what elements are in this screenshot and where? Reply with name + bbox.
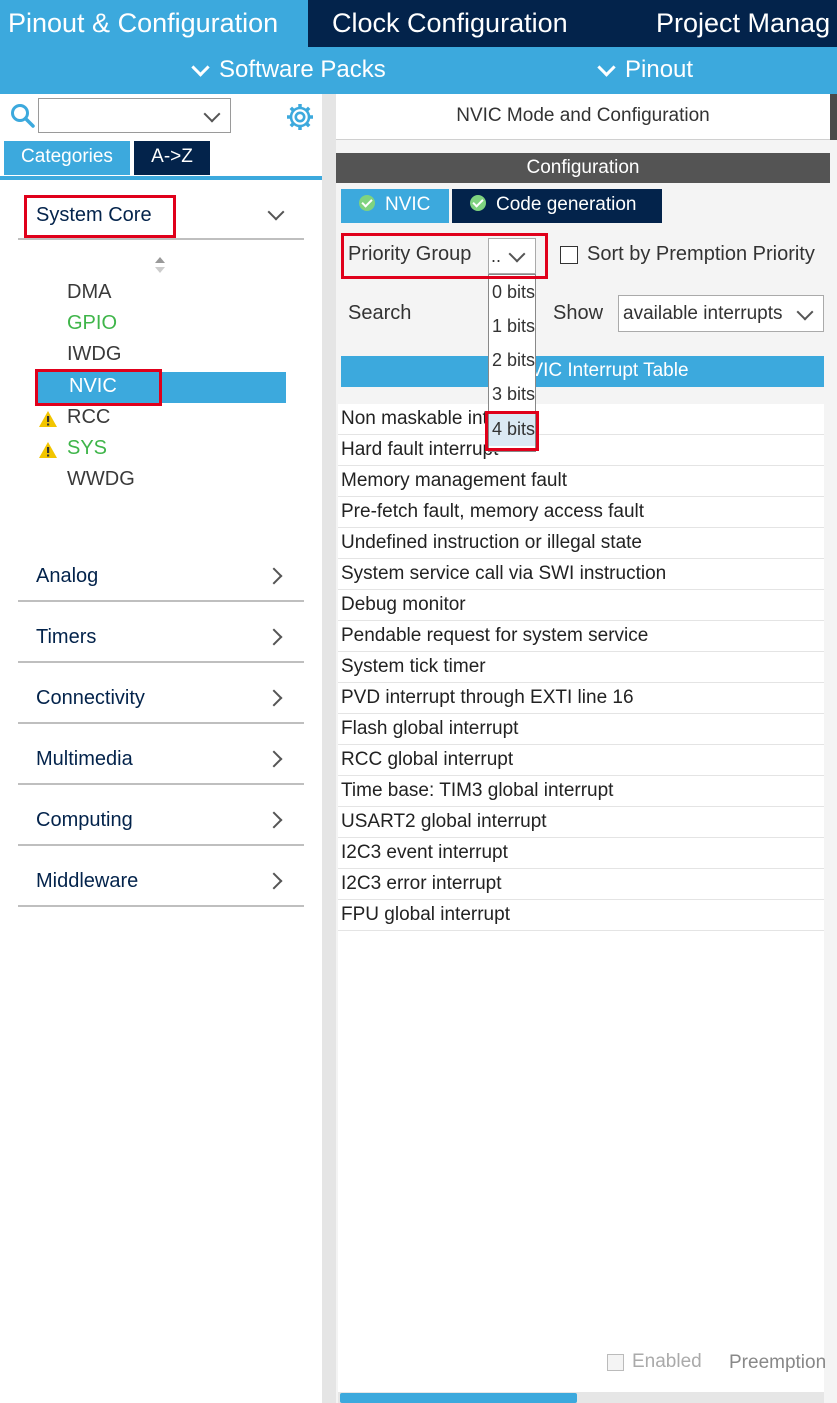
highlight-4-bits bbox=[485, 411, 539, 451]
search-label: Search bbox=[348, 302, 412, 324]
mode-configuration-title: NVIC Mode and Configuration bbox=[336, 94, 830, 140]
chevron-down-icon bbox=[796, 303, 814, 321]
search-combo-box[interactable] bbox=[38, 98, 231, 133]
chevron-right-icon bbox=[265, 628, 283, 646]
dropdown-option-1-bits[interactable]: 1 bits bbox=[489, 309, 535, 343]
highlight-nvic bbox=[35, 369, 162, 406]
table-row[interactable]: Non maskable interrupt bbox=[338, 404, 824, 435]
chevron-right-icon bbox=[265, 811, 283, 829]
chevron-right-icon bbox=[265, 689, 283, 707]
section-multimedia[interactable]: Multimedia bbox=[18, 731, 304, 785]
table-row[interactable]: Pre-fetch fault, memory access fault bbox=[338, 497, 824, 528]
table-row[interactable]: System service call via SWI instruction bbox=[338, 559, 824, 590]
table-row[interactable]: I2C3 event interrupt bbox=[338, 838, 824, 869]
tab-project-manager[interactable]: Project Manag bbox=[614, 0, 837, 47]
pinout-label: Pinout bbox=[625, 56, 694, 83]
core-item-gpio[interactable]: GPIO bbox=[67, 312, 117, 335]
section-label: Middleware bbox=[36, 870, 139, 892]
section-label: Multimedia bbox=[36, 748, 133, 770]
chevron-down-icon bbox=[191, 58, 210, 77]
core-item-iwdg[interactable]: IWDG bbox=[67, 343, 121, 366]
section-label: Computing bbox=[36, 809, 133, 831]
table-row[interactable]: Hard fault interrupt bbox=[338, 435, 824, 466]
warning-icon bbox=[39, 442, 57, 458]
core-item-dma[interactable]: DMA bbox=[67, 281, 111, 304]
interrupt-table-header: VIC Interrupt Table bbox=[341, 356, 824, 387]
configuration-header: Configuration bbox=[336, 153, 830, 183]
enabled-checkbox bbox=[607, 1354, 624, 1371]
tab-nvic[interactable]: NVIC bbox=[341, 189, 449, 223]
table-row[interactable]: Time base: TIM3 global interrupt bbox=[338, 776, 824, 807]
preemption-column-label: Preemption bbox=[729, 1352, 826, 1373]
tab-nvic-label: NVIC bbox=[385, 194, 431, 215]
sort-arrows-icon[interactable] bbox=[152, 256, 168, 274]
scrollbar-thumb[interactable] bbox=[340, 1393, 577, 1403]
table-row[interactable]: I2C3 error interrupt bbox=[338, 869, 824, 900]
core-item-sys[interactable]: SYS bbox=[67, 437, 107, 460]
chevron-right-icon bbox=[265, 872, 283, 890]
category-tabs-underline bbox=[0, 176, 322, 180]
search-icon[interactable] bbox=[10, 103, 36, 129]
tab-categories[interactable]: Categories bbox=[4, 141, 130, 175]
dropdown-option-3-bits[interactable]: 3 bits bbox=[489, 377, 535, 411]
category-tabs: Categories A->Z bbox=[4, 141, 322, 181]
table-row[interactable]: RCC global interrupt bbox=[338, 745, 824, 776]
core-item-rcc[interactable]: RCC bbox=[67, 406, 110, 429]
table-row[interactable]: FPU global interrupt bbox=[338, 900, 824, 931]
software-packs-label: Software Packs bbox=[219, 56, 386, 83]
chevron-right-icon bbox=[265, 567, 283, 585]
chevron-right-icon bbox=[265, 750, 283, 768]
table-row[interactable]: System tick timer bbox=[338, 652, 824, 683]
section-label: Analog bbox=[36, 565, 99, 587]
tab-a-to-z[interactable]: A->Z bbox=[134, 141, 210, 175]
tab-clock-configuration[interactable]: Clock Configuration bbox=[312, 0, 610, 47]
secondary-menu-bar: Software Packs Pinout bbox=[0, 47, 837, 94]
tab-code-generation-label: Code generation bbox=[496, 194, 637, 215]
table-row[interactable]: Debug monitor bbox=[338, 590, 824, 621]
section-connectivity[interactable]: Connectivity bbox=[18, 670, 304, 724]
sort-by-preemption-checkbox[interactable] bbox=[560, 246, 578, 264]
section-timers[interactable]: Timers bbox=[18, 609, 304, 663]
chevron-down-icon bbox=[267, 203, 285, 221]
pane-splitter[interactable] bbox=[322, 94, 336, 1403]
check-circle-icon bbox=[470, 195, 486, 212]
pane-edge bbox=[830, 94, 837, 140]
warning-icon bbox=[39, 411, 57, 427]
section-computing[interactable]: Computing bbox=[18, 792, 304, 846]
tab-code-generation[interactable]: Code generation bbox=[452, 189, 662, 223]
tab-pinout-configuration[interactable]: Pinout & Configuration bbox=[0, 0, 308, 47]
core-item-wwdg[interactable]: WWDG bbox=[67, 468, 135, 491]
chevron-down-icon bbox=[203, 105, 221, 123]
table-row[interactable]: PVD interrupt through EXTI line 16 bbox=[338, 683, 824, 714]
highlight-system-core bbox=[24, 195, 176, 238]
gear-icon[interactable] bbox=[286, 103, 314, 131]
enabled-label: Enabled bbox=[632, 1351, 702, 1372]
check-circle-icon bbox=[359, 195, 375, 212]
sort-by-preemption-label: Sort by Premption Priority bbox=[587, 243, 815, 265]
section-label: Timers bbox=[36, 626, 97, 648]
pinout-menu[interactable]: Pinout bbox=[594, 47, 693, 94]
interrupt-table-title: VIC Interrupt Table bbox=[530, 360, 689, 381]
table-row[interactable]: Pendable request for system service bbox=[338, 621, 824, 652]
chevron-down-icon bbox=[597, 58, 616, 77]
highlight-priority-group bbox=[341, 233, 548, 279]
table-row[interactable]: USART2 global interrupt bbox=[338, 807, 824, 838]
dropdown-option-0-bits[interactable]: 0 bits bbox=[489, 275, 535, 309]
show-filter-value: available interrupts bbox=[623, 303, 783, 324]
show-label: Show bbox=[553, 302, 604, 324]
table-row[interactable]: Memory management fault bbox=[338, 466, 824, 497]
table-row[interactable]: Undefined instruction or illegal state bbox=[338, 528, 824, 559]
dropdown-option-2-bits[interactable]: 2 bits bbox=[489, 343, 535, 377]
software-packs-menu[interactable]: Software Packs bbox=[188, 47, 386, 94]
table-row[interactable]: Flash global interrupt bbox=[338, 714, 824, 745]
show-filter-select[interactable]: available interrupts bbox=[618, 295, 824, 332]
section-middleware[interactable]: Middleware bbox=[18, 853, 304, 907]
section-analog[interactable]: Analog bbox=[18, 548, 304, 602]
top-tab-bar: Pinout & Configuration Clock Configurati… bbox=[0, 0, 837, 47]
section-label: Connectivity bbox=[36, 687, 145, 709]
